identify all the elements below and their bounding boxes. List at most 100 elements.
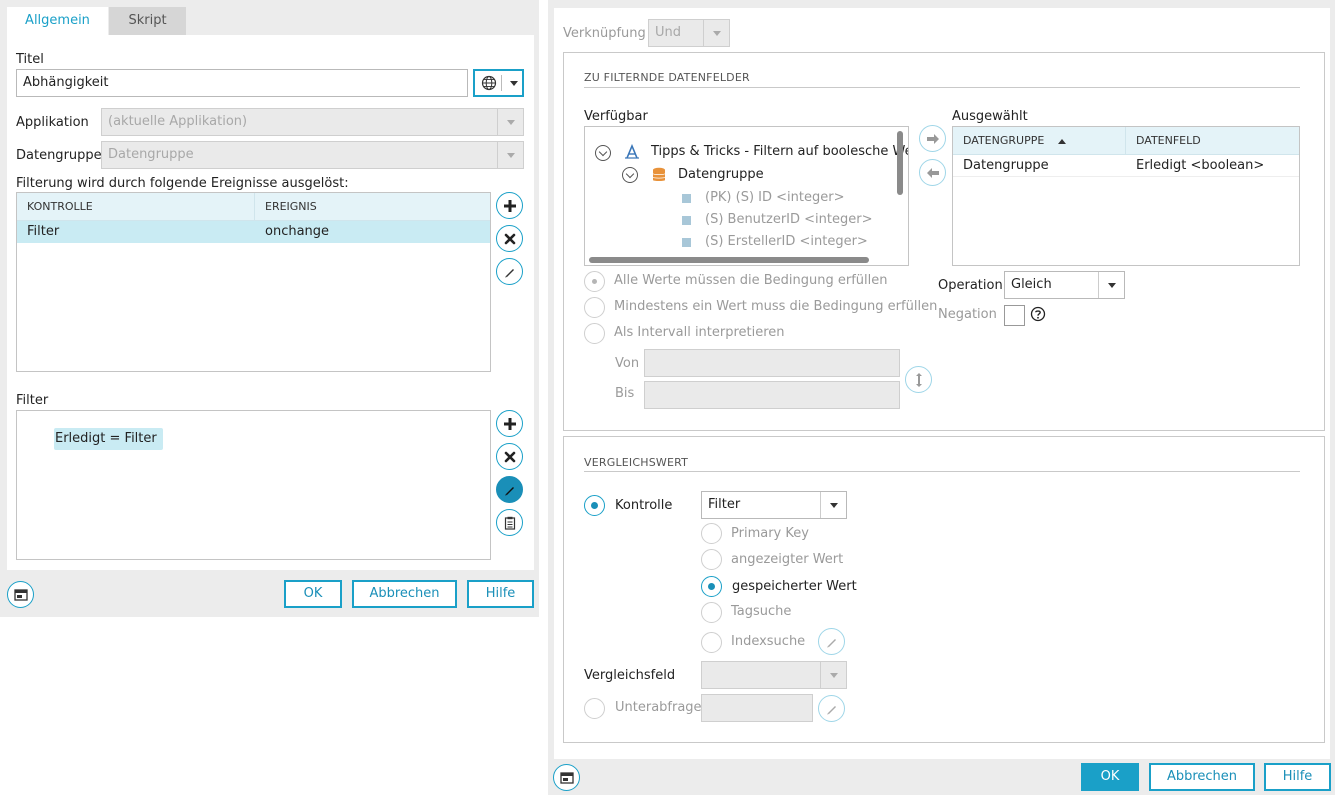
window-mode-button[interactable]	[7, 581, 34, 608]
kontrolle-select[interactable]: Filter	[701, 491, 847, 519]
cell-ereignis: onchange	[265, 224, 330, 239]
bis-label: Bis	[615, 386, 635, 401]
add-event-button[interactable]	[496, 192, 523, 219]
close-icon	[504, 451, 515, 462]
chevron-down-icon[interactable]	[622, 167, 638, 183]
events-table: KONTROLLE EREIGNIS Filter onchange	[16, 192, 491, 372]
tree-item-datengruppe[interactable]: Datengruppe	[678, 167, 764, 182]
add-field-button[interactable]	[919, 125, 946, 152]
radio-unterabfrage-label: Unterabfrage	[615, 700, 702, 715]
radio-tag-search-label: Tagsuche	[731, 604, 792, 619]
filter-label: Filter	[16, 393, 49, 408]
pencil-icon	[504, 486, 514, 495]
edit-subquery-button[interactable]	[818, 695, 845, 722]
tab-allgemein[interactable]: Allgemein	[7, 7, 108, 35]
dependency-dialog: Allgemein Skript Titel Abhängigkeit Appl…	[0, 0, 539, 617]
column-header-datengruppe[interactable]: DATENGRUPPE	[953, 127, 1066, 155]
unterabfrage-input[interactable]	[701, 694, 813, 722]
radio-interval[interactable]	[584, 323, 605, 344]
radio-primary-key-label: Primary Key	[731, 526, 809, 541]
help-button[interactable]: Hilfe	[1264, 763, 1331, 791]
column-header-label: DATENGRUPPE	[963, 134, 1045, 147]
radio-tag-search[interactable]	[701, 602, 722, 623]
table-row[interactable]: Datengruppe Erledigt <boolean>	[953, 155, 1299, 177]
radio-all-values[interactable]	[584, 271, 605, 292]
edit-event-button[interactable]	[496, 258, 523, 285]
add-filter-button[interactable]	[496, 410, 523, 437]
column-header-datenfeld[interactable]: DATENFELD	[1126, 127, 1201, 155]
operation-value: Gleich	[1011, 277, 1052, 292]
radio-stored-value-label: gespeicherter Wert	[732, 579, 857, 594]
chevron-down-icon	[506, 71, 522, 95]
tab-panel-allgemein: Titel Abhängigkeit Applikation (aktuelle…	[7, 35, 534, 570]
radio-displayed-value[interactable]	[701, 549, 722, 570]
radio-any-value[interactable]	[584, 297, 605, 318]
help-icon[interactable]	[1030, 306, 1046, 326]
radio-unterabfrage[interactable]	[584, 698, 605, 719]
applikation-select[interactable]: (aktuelle Applikation)	[101, 108, 524, 136]
help-button[interactable]: Hilfe	[467, 580, 534, 608]
radio-all-values-label: Alle Werte müssen die Bedingung erfüllen	[614, 273, 888, 288]
radio-kontrolle-label: Kontrolle	[615, 498, 673, 513]
cancel-button[interactable]: Abbrechen	[352, 580, 457, 608]
cell-datenfeld: Erledigt <boolean>	[1136, 158, 1265, 173]
remove-filter-button[interactable]	[496, 443, 523, 470]
ok-button[interactable]: OK	[284, 580, 342, 608]
operation-select[interactable]: Gleich	[1004, 271, 1125, 299]
tree-item-field[interactable]: (PK) (S) ID <integer>	[705, 190, 844, 205]
chevron-down-icon[interactable]	[595, 145, 611, 161]
radio-index-search-label: Indexsuche	[731, 634, 806, 649]
radio-index-search[interactable]	[701, 632, 722, 653]
events-label: Filterung wird durch folgende Ereignisse…	[16, 176, 349, 191]
verknuepfung-select[interactable]: Und	[648, 19, 730, 47]
remove-field-button[interactable]	[919, 159, 946, 186]
chevron-down-icon	[1098, 272, 1124, 298]
cancel-button[interactable]: Abbrechen	[1149, 763, 1255, 791]
radio-stored-value[interactable]	[701, 576, 722, 597]
titel-input[interactable]: Abhängigkeit	[16, 69, 468, 97]
pencil-icon	[826, 638, 836, 647]
language-dropdown[interactable]	[473, 69, 524, 97]
tree-item-root[interactable]: Tipps & Tricks - Filtern auf boolesche W…	[651, 144, 908, 159]
negation-checkbox[interactable]	[1004, 305, 1025, 326]
bis-input[interactable]	[644, 381, 900, 409]
tree-item-field[interactable]: (S) BenutzerID <integer>	[705, 212, 873, 227]
swap-interval-button[interactable]	[905, 366, 932, 393]
available-fields-tree[interactable]: Tipps & Tricks - Filtern auf boolesche W…	[584, 126, 909, 266]
radio-kontrolle[interactable]	[584, 495, 605, 516]
filter-expression[interactable]: Erledigt = Filter	[54, 428, 163, 450]
filter-condition-dialog: Verknüpfung Und ZU FILTERNDE DATENFELDER…	[548, 0, 1335, 795]
clipboard-icon	[504, 516, 515, 530]
filter-tree[interactable]: Erledigt = Filter	[16, 410, 491, 560]
tab-skript[interactable]: Skript	[109, 7, 186, 35]
window-mode-button[interactable]	[553, 764, 580, 791]
section-title: VERGLEICHSWERT	[584, 456, 689, 469]
field-icon	[682, 216, 691, 225]
vergleichsfeld-select[interactable]	[701, 661, 847, 689]
von-label: Von	[615, 356, 640, 371]
edit-filter-button[interactable]	[496, 476, 523, 503]
vertical-scrollbar[interactable]	[897, 131, 903, 195]
tree-item-field[interactable]: (S) ErstellerID <integer>	[705, 234, 868, 249]
datengruppe-select[interactable]: Datengruppe	[101, 141, 524, 169]
remove-event-button[interactable]	[496, 225, 523, 252]
radio-primary-key[interactable]	[701, 523, 722, 544]
copy-filter-button[interactable]	[496, 509, 523, 536]
verknuepfung-value: Und	[655, 25, 682, 40]
applikation-value: (aktuelle Applikation)	[108, 114, 248, 129]
chevron-down-icon	[497, 142, 523, 168]
edit-index-search-button[interactable]	[818, 628, 845, 655]
datengruppe-label: Datengruppe	[16, 148, 102, 163]
column-header-kontrolle[interactable]: KONTROLLE	[17, 193, 93, 221]
von-input[interactable]	[644, 349, 900, 377]
field-icon	[682, 194, 691, 203]
chevron-down-icon	[703, 20, 729, 46]
verfuegbar-label: Verfügbar	[584, 109, 648, 124]
column-header-ereignis[interactable]: EREIGNIS	[255, 193, 317, 221]
radio-any-value-label: Mindestens ein Wert muss die Bedingung e…	[614, 299, 938, 314]
table-header: DATENGRUPPE DATENFELD	[953, 127, 1299, 155]
horizontal-scrollbar[interactable]	[589, 257, 869, 263]
ok-button[interactable]: OK	[1081, 763, 1139, 791]
section-title: ZU FILTERNDE DATENFELDER	[584, 71, 750, 84]
table-row[interactable]: Filter onchange	[17, 221, 490, 243]
